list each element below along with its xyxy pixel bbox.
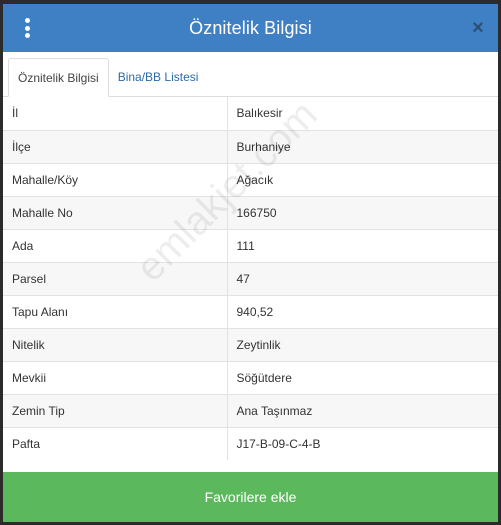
add-to-favorites-button[interactable]: Favorilere ekle [3, 472, 498, 522]
row-value: Söğütdere [227, 360, 498, 394]
tab-building-list[interactable]: Bina/BB Listesi [109, 58, 208, 96]
kebab-menu-icon[interactable] [20, 18, 34, 38]
attribute-info-panel: Öznitelik Bilgisi × Öznitelik Bilgisi Bi… [3, 4, 498, 522]
row-key: İlçe [3, 129, 228, 163]
tab-attribute-info[interactable]: Öznitelik Bilgisi [8, 58, 109, 97]
row-value: J17-B-09-C-4-B [227, 426, 498, 460]
row-value: Ana Taşınmaz [227, 393, 498, 427]
row-key: Pafta [3, 426, 228, 460]
table-row: Nitelik Zeytinlik [3, 327, 498, 361]
tab-bar: Öznitelik Bilgisi Bina/BB Listesi [3, 52, 498, 97]
row-key: Ada [3, 228, 228, 262]
row-value: 111 [227, 228, 498, 262]
row-value: Zeytinlik [227, 327, 498, 361]
row-value: 47 [227, 261, 498, 295]
panel-title: Öznitelik Bilgisi [189, 17, 312, 38]
row-key: Tapu Alanı [3, 294, 228, 328]
row-key: Parsel [3, 261, 228, 295]
row-value: 166750 [227, 195, 498, 229]
table-row: Mevkii Söğütdere [3, 360, 498, 394]
table-row: Mahalle No 166750 [3, 195, 498, 229]
attribute-table: İl Balıkesir İlçe Burhaniye Mahalle/Köy Ağa… [3, 97, 498, 460]
table-row: Tapu Alanı 940,52 [3, 294, 498, 328]
row-key: Nitelik [3, 327, 228, 361]
row-key: Mevkii [3, 360, 228, 394]
row-value: Burhaniye [227, 129, 498, 163]
row-key: İl [3, 97, 228, 130]
table-row: Parsel 47 [3, 261, 498, 295]
row-key: Mahalle/Köy [3, 162, 228, 196]
table-row: Pafta J17-B-09-C-4-B [3, 426, 498, 460]
row-key: Mahalle No [3, 195, 228, 229]
table-row: Zemin Tip Ana Taşınmaz [3, 393, 498, 427]
panel-header: Öznitelik Bilgisi × [3, 4, 498, 52]
row-value: 940,52 [227, 294, 498, 328]
close-icon[interactable]: × [469, 17, 487, 39]
table-row: İl Balıkesir [3, 97, 498, 130]
row-value: Ağacık [227, 162, 498, 196]
table-row: Ada 111 [3, 228, 498, 262]
row-value: Balıkesir [236, 106, 283, 121]
row-key: Zemin Tip [3, 393, 228, 427]
table-row: İlçe Burhaniye [3, 129, 498, 163]
table-row: Mahalle/Köy Ağacık [3, 162, 498, 196]
